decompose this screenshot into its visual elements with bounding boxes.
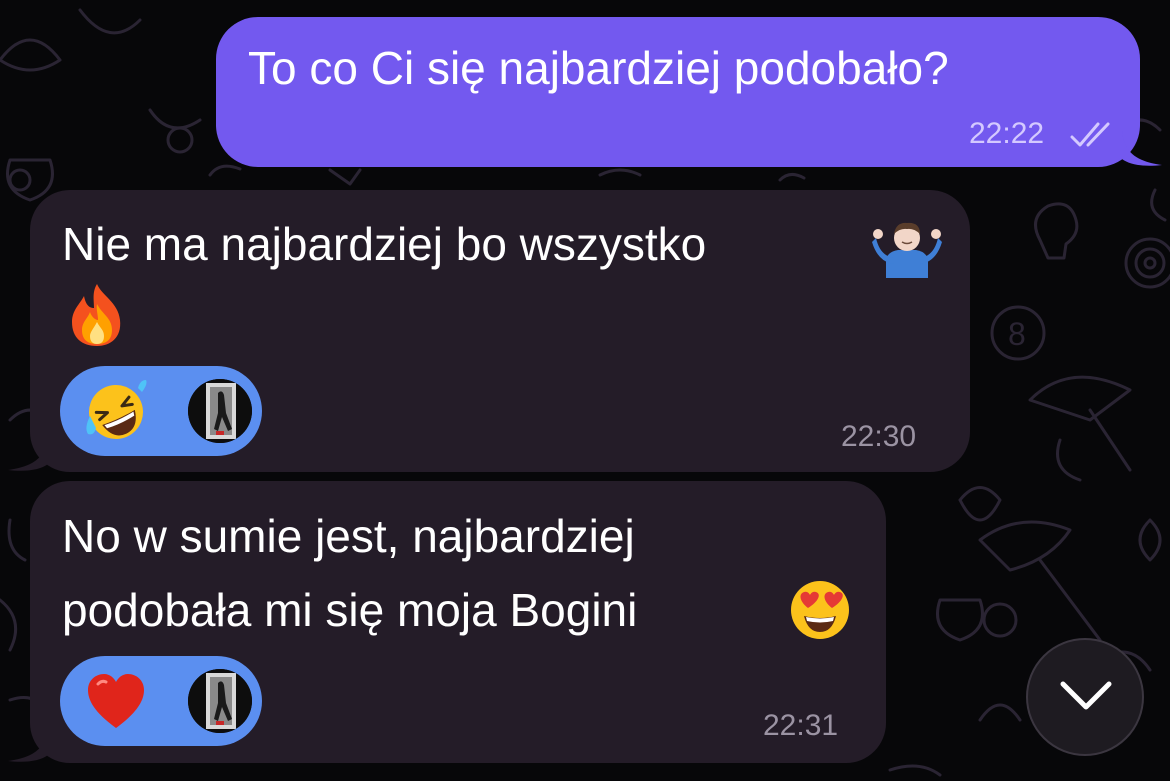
svg-text:8: 8 bbox=[1008, 316, 1026, 352]
rolling-on-floor-laughing-emoji bbox=[86, 380, 147, 439]
message-time: 22:22 bbox=[969, 117, 1045, 150]
avatar bbox=[188, 669, 252, 733]
red-heart-emoji bbox=[88, 674, 144, 728]
reaction-pill[interactable] bbox=[60, 366, 262, 456]
smiling-face-with-heart-eyes-emoji bbox=[791, 581, 849, 639]
message-text: To co Ci się najbardziej podobało? bbox=[248, 42, 949, 94]
message-bubble-incoming[interactable]: No w sumie jest, najbardziej podobała mi… bbox=[8, 481, 886, 763]
message-bubble-outgoing[interactable]: To co Ci się najbardziej podobało? 22:22 bbox=[216, 17, 1162, 167]
message-text-line-1: No w sumie jest, najbardziej bbox=[62, 510, 635, 562]
fire-emoji bbox=[72, 284, 121, 346]
reaction-pill[interactable] bbox=[60, 656, 262, 746]
double-check-icon bbox=[1070, 122, 1110, 147]
message-time: 22:30 bbox=[841, 420, 917, 453]
message-text-line-1: Nie ma najbardziej bo wszystko bbox=[62, 218, 707, 270]
message-bubble-incoming[interactable]: Nie ma najbardziej bo wszystko 22:30 bbox=[8, 190, 970, 472]
person-shrugging-emoji bbox=[872, 222, 942, 278]
avatar bbox=[188, 379, 252, 443]
bubble-tail bbox=[1122, 131, 1162, 166]
chat-view: 8 To co Ci się najbardziej podobało? 22:… bbox=[0, 0, 1170, 781]
bubble-tail bbox=[8, 436, 48, 471]
scroll-to-bottom-button[interactable] bbox=[1026, 638, 1144, 756]
bubble-tail bbox=[8, 727, 48, 762]
chevron-down-icon bbox=[1060, 681, 1112, 710]
message-time: 22:31 bbox=[763, 709, 839, 742]
message-text-line-2: podobała mi się moja Bogini bbox=[62, 584, 638, 636]
